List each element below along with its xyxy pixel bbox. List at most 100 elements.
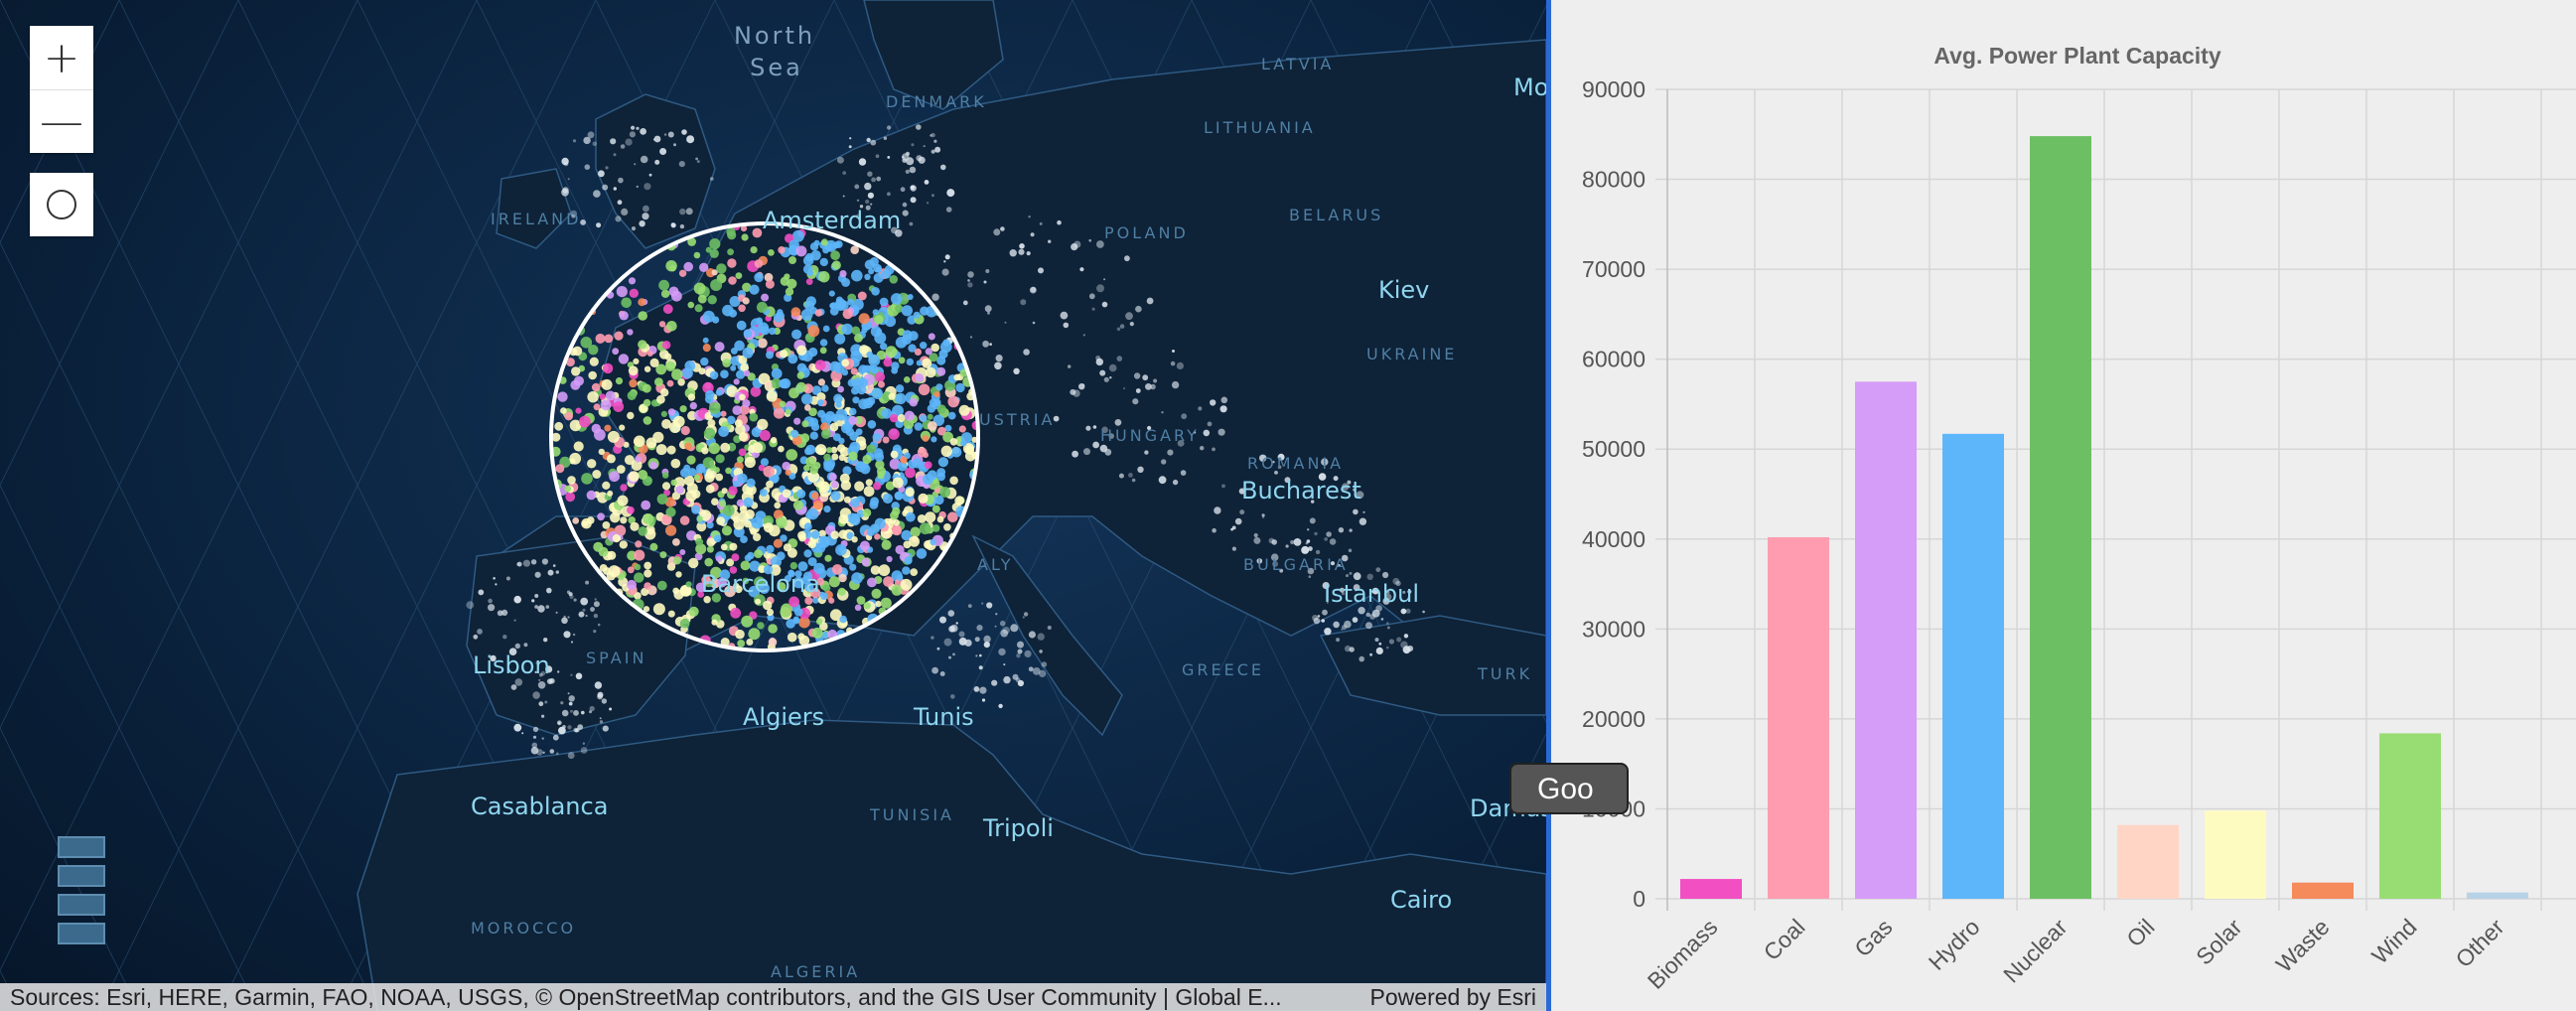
power-plant-dot[interactable] <box>742 347 754 359</box>
power-plant-dot[interactable] <box>933 391 940 398</box>
power-plant-dot[interactable] <box>579 415 591 428</box>
power-plant-dot[interactable] <box>709 238 721 250</box>
power-plant-dot[interactable] <box>814 360 826 371</box>
power-plant-dot[interactable] <box>905 487 915 498</box>
power-plant-dot[interactable] <box>763 600 773 611</box>
power-plant-dot[interactable] <box>750 386 762 397</box>
power-plant-dot[interactable] <box>735 629 745 640</box>
power-plant-dot[interactable] <box>757 322 770 334</box>
power-plant-dot[interactable] <box>643 398 651 407</box>
power-plant-dot[interactable] <box>903 540 912 549</box>
power-plant-dot[interactable] <box>728 486 738 496</box>
power-plant-dot[interactable] <box>667 408 676 416</box>
power-plant-dot[interactable] <box>785 469 791 476</box>
power-plant-dot[interactable] <box>851 536 858 543</box>
power-plant-dot[interactable] <box>841 359 850 367</box>
power-plant-dot[interactable] <box>565 492 576 503</box>
power-plant-dot[interactable] <box>787 632 797 643</box>
power-plant-dot[interactable] <box>752 442 764 454</box>
power-plant-dot[interactable] <box>780 606 791 618</box>
power-plant-dot[interactable] <box>790 429 799 438</box>
power-plant-dot[interactable] <box>605 390 616 401</box>
power-plant-dot[interactable] <box>734 419 743 427</box>
power-plant-dot[interactable] <box>800 393 813 405</box>
power-plant-dot[interactable] <box>892 525 903 536</box>
power-plant-dot[interactable] <box>754 272 764 283</box>
power-plant-dot[interactable] <box>684 361 696 371</box>
power-plant-dot[interactable] <box>679 618 690 629</box>
power-plant-dot[interactable] <box>861 557 871 567</box>
power-plant-dot[interactable] <box>705 389 715 400</box>
power-plant-dot[interactable] <box>683 261 693 272</box>
power-plant-dot[interactable] <box>925 348 932 356</box>
power-plant-dot[interactable] <box>883 358 893 367</box>
power-plant-dot[interactable] <box>746 478 756 488</box>
power-plant-dot[interactable] <box>805 456 816 468</box>
power-plant-dot[interactable] <box>687 301 695 309</box>
power-plant-dot[interactable] <box>581 473 593 485</box>
power-plant-dot[interactable] <box>599 393 606 400</box>
power-plant-dot[interactable] <box>895 384 905 393</box>
power-plant-dot[interactable] <box>679 405 687 413</box>
power-plant-dot[interactable] <box>571 366 581 376</box>
power-plant-dot[interactable] <box>830 414 839 422</box>
power-plant-dot[interactable] <box>587 391 599 403</box>
power-plant-dot[interactable] <box>852 396 860 404</box>
power-plant-dot[interactable] <box>841 323 853 336</box>
power-plant-dot[interactable] <box>641 500 651 510</box>
circle-select-tool-button[interactable] <box>30 173 93 236</box>
power-plant-dot[interactable] <box>701 447 709 455</box>
power-plant-dot[interactable] <box>939 487 951 498</box>
power-plant-dot[interactable] <box>592 470 602 479</box>
power-plant-dot[interactable] <box>700 357 709 366</box>
power-plant-dot[interactable] <box>591 382 601 392</box>
power-plant-dot[interactable] <box>851 326 861 336</box>
power-plant-dot[interactable] <box>634 435 645 448</box>
power-plant-dot[interactable] <box>858 313 870 325</box>
power-plant-dot[interactable] <box>848 415 858 425</box>
power-plant-dot[interactable] <box>612 534 621 543</box>
power-plant-dot[interactable] <box>751 516 764 529</box>
power-plant-dot[interactable] <box>774 502 782 509</box>
power-plant-dot[interactable] <box>715 555 723 562</box>
power-plant-dot[interactable] <box>849 563 857 571</box>
power-plant-dot[interactable] <box>634 563 642 571</box>
power-plant-dot[interactable] <box>809 465 818 475</box>
power-plant-dot[interactable] <box>616 465 626 474</box>
power-plant-dot[interactable] <box>670 458 681 469</box>
power-plant-dot[interactable] <box>628 365 639 376</box>
power-plant-dot[interactable] <box>719 500 727 507</box>
power-plant-dot[interactable] <box>854 334 863 343</box>
power-plant-dot[interactable] <box>790 307 801 318</box>
power-plant-dot[interactable] <box>752 227 763 238</box>
power-plant-dot[interactable] <box>786 619 795 629</box>
power-plant-dot[interactable] <box>897 414 906 423</box>
power-plant-dot[interactable] <box>931 524 940 532</box>
power-plant-dot[interactable] <box>602 481 611 490</box>
power-plant-dot[interactable] <box>916 360 923 366</box>
power-plant-dot[interactable] <box>891 293 903 305</box>
power-plant-dot[interactable] <box>868 354 881 366</box>
power-plant-dot[interactable] <box>915 373 925 382</box>
power-plant-dot[interactable] <box>914 348 923 356</box>
power-plant-dot[interactable] <box>918 493 929 504</box>
power-plant-dot[interactable] <box>588 345 599 356</box>
power-plant-dot[interactable] <box>947 395 959 408</box>
power-plant-dot[interactable] <box>768 249 775 256</box>
power-plant-dot[interactable] <box>881 639 892 650</box>
power-plant-dot[interactable] <box>843 496 851 504</box>
power-plant-dot[interactable] <box>888 638 899 649</box>
power-plant-dot[interactable] <box>750 527 757 535</box>
power-plant-dot[interactable] <box>661 472 669 479</box>
power-plant-dot[interactable] <box>828 576 840 588</box>
power-plant-dot[interactable] <box>678 269 687 277</box>
overflow-button[interactable]: Goo <box>1509 763 1629 814</box>
power-plant-dot[interactable] <box>616 286 628 298</box>
power-plant-dot[interactable] <box>831 260 841 270</box>
power-plant-dot[interactable] <box>828 473 837 482</box>
power-plant-dot[interactable] <box>776 516 787 528</box>
power-plant-dot[interactable] <box>922 435 930 442</box>
power-plant-dot[interactable] <box>638 470 648 480</box>
power-plant-dot[interactable] <box>731 553 740 562</box>
power-plant-dot[interactable] <box>891 366 899 374</box>
